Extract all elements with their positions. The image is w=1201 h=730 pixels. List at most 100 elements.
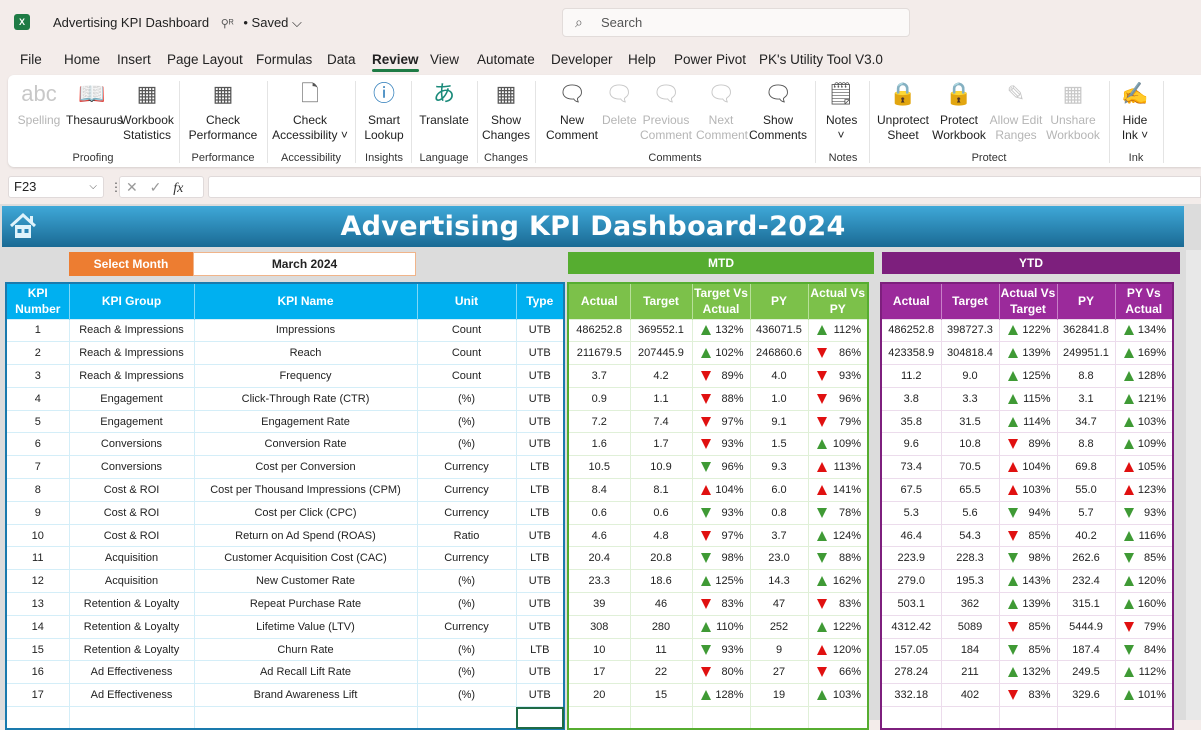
mtd-target-cell[interactable]: 1.7 bbox=[629, 432, 693, 457]
kpi-number-cell[interactable]: 2 bbox=[5, 341, 70, 366]
type-cell[interactable]: LTB bbox=[515, 637, 565, 662]
empty-cell[interactable] bbox=[5, 706, 70, 730]
mtd-target-vs-actual-cell[interactable]: 96% bbox=[691, 455, 751, 480]
unprotect-sheet-button[interactable]: 🔒 Unprotect Sheet bbox=[872, 79, 934, 143]
formula-input[interactable] bbox=[208, 176, 1201, 198]
empty-cell[interactable] bbox=[193, 706, 418, 730]
mtd-py-cell[interactable]: 1.5 bbox=[749, 432, 809, 457]
ytd-actual-cell[interactable]: 503.1 bbox=[880, 592, 942, 616]
mtd-target-cell[interactable]: 369552.1 bbox=[629, 318, 693, 343]
empty-cell[interactable] bbox=[1056, 706, 1116, 730]
ytd-target-cell[interactable]: 5.6 bbox=[940, 500, 1000, 525]
mtd-actual-cell[interactable]: 8.4 bbox=[567, 478, 631, 502]
empty-cell[interactable] bbox=[68, 706, 195, 730]
kpi-number-cell[interactable]: 14 bbox=[5, 614, 70, 639]
mtd-actual-cell[interactable]: 39 bbox=[567, 592, 631, 616]
mtd-target-cell[interactable]: 0.6 bbox=[629, 500, 693, 525]
kpi-group-cell[interactable]: Engagement bbox=[68, 386, 195, 411]
tab-review[interactable]: Review bbox=[372, 52, 419, 72]
kpi-number-cell[interactable]: 3 bbox=[5, 364, 70, 388]
mtd-py-cell[interactable]: 3.7 bbox=[749, 523, 809, 548]
mtd-target-vs-actual-cell[interactable]: 89% bbox=[691, 364, 751, 388]
mtd-target-vs-actual-cell[interactable]: 93% bbox=[691, 432, 751, 457]
kpi-group-cell[interactable]: Engagement bbox=[68, 409, 195, 434]
ytd-actual-vs-target-cell[interactable]: 115% bbox=[998, 386, 1058, 411]
ytd-target-cell[interactable]: 31.5 bbox=[940, 409, 1000, 434]
unshare-workbook-button[interactable]: ▦ Unshare Workbook bbox=[1042, 79, 1104, 143]
ytd-py-cell[interactable]: 249.5 bbox=[1056, 660, 1116, 685]
ytd-actual-cell[interactable]: 278.24 bbox=[880, 660, 942, 685]
mtd-py-cell[interactable]: 47 bbox=[749, 592, 809, 616]
ytd-py-vs-actual-cell[interactable]: 123% bbox=[1114, 478, 1174, 502]
ytd-py-vs-actual-cell[interactable]: 79% bbox=[1114, 614, 1174, 639]
thesaurus-button[interactable]: 📖 Thesaurus bbox=[66, 79, 123, 128]
ytd-actual-cell[interactable]: 486252.8 bbox=[880, 318, 942, 343]
empty-cell[interactable] bbox=[629, 706, 693, 730]
ytd-actual-cell[interactable]: 5.3 bbox=[880, 500, 942, 525]
tab-insert[interactable]: Insert bbox=[117, 52, 151, 67]
type-cell[interactable]: UTB bbox=[515, 523, 565, 548]
mtd-target-vs-actual-cell[interactable]: 132% bbox=[691, 318, 751, 343]
ytd-actual-cell[interactable]: 67.5 bbox=[880, 478, 942, 502]
unit-cell[interactable]: Currency bbox=[416, 478, 517, 502]
mtd-py-cell[interactable]: 9.3 bbox=[749, 455, 809, 480]
mtd-actual-cell[interactable]: 10 bbox=[567, 637, 631, 662]
ytd-py-cell[interactable]: 69.8 bbox=[1056, 455, 1116, 480]
enter-icon[interactable]: ✓ bbox=[150, 179, 162, 195]
mtd-py-cell[interactable]: 0.8 bbox=[749, 500, 809, 525]
ytd-py-cell[interactable]: 187.4 bbox=[1056, 637, 1116, 662]
kpi-group-cell[interactable]: Conversions bbox=[68, 432, 195, 457]
mtd-actual-vs-py-cell[interactable]: 83% bbox=[807, 592, 869, 616]
unit-cell[interactable]: Count bbox=[416, 318, 517, 343]
ytd-target-cell[interactable]: 195.3 bbox=[940, 569, 1000, 594]
spelling-button[interactable]: abc Spelling bbox=[14, 79, 64, 128]
ytd-py-cell[interactable]: 55.0 bbox=[1056, 478, 1116, 502]
kpi-number-cell[interactable]: 17 bbox=[5, 683, 70, 708]
kpi-name-cell[interactable]: Click-Through Rate (CTR) bbox=[193, 386, 418, 411]
mtd-target-cell[interactable]: 10.9 bbox=[629, 455, 693, 480]
kpi-group-cell[interactable]: Reach & Impressions bbox=[68, 341, 195, 366]
tab-page-layout[interactable]: Page Layout bbox=[167, 52, 243, 67]
ytd-py-cell[interactable]: 40.2 bbox=[1056, 523, 1116, 548]
ytd-py-cell[interactable]: 362841.8 bbox=[1056, 318, 1116, 343]
empty-cell[interactable] bbox=[940, 706, 1000, 730]
unit-cell[interactable]: (%) bbox=[416, 432, 517, 457]
mtd-actual-cell[interactable]: 486252.8 bbox=[567, 318, 631, 343]
mtd-py-cell[interactable]: 436071.5 bbox=[749, 318, 809, 343]
mtd-py-cell[interactable]: 19 bbox=[749, 683, 809, 708]
type-cell[interactable]: UTB bbox=[515, 660, 565, 685]
mtd-target-vs-actual-cell[interactable]: 125% bbox=[691, 569, 751, 594]
ytd-target-cell[interactable]: 402 bbox=[940, 683, 1000, 708]
saved-status[interactable]: • Saved ⌵ bbox=[243, 15, 302, 30]
tab-power-pivot[interactable]: Power Pivot bbox=[674, 52, 746, 67]
empty-cell[interactable] bbox=[749, 706, 809, 730]
unit-cell[interactable]: (%) bbox=[416, 386, 517, 411]
kpi-name-cell[interactable]: Engagement Rate bbox=[193, 409, 418, 434]
kpi-group-cell[interactable]: Retention & Loyalty bbox=[68, 614, 195, 639]
kpi-name-cell[interactable]: Ad Recall Lift Rate bbox=[193, 660, 418, 685]
selected-cell[interactable] bbox=[515, 706, 565, 730]
ytd-target-cell[interactable]: 65.5 bbox=[940, 478, 1000, 502]
ytd-actual-vs-target-cell[interactable]: 139% bbox=[998, 592, 1058, 616]
type-cell[interactable]: UTB bbox=[515, 386, 565, 411]
mtd-actual-vs-py-cell[interactable]: 79% bbox=[807, 409, 869, 434]
mtd-actual-vs-py-cell[interactable]: 124% bbox=[807, 523, 869, 548]
kpi-number-cell[interactable]: 16 bbox=[5, 660, 70, 685]
kpi-number-cell[interactable]: 12 bbox=[5, 569, 70, 594]
ytd-py-cell[interactable]: 8.8 bbox=[1056, 364, 1116, 388]
ytd-target-cell[interactable]: 5089 bbox=[940, 614, 1000, 639]
kpi-name-cell[interactable]: Return on Ad Spend (ROAS) bbox=[193, 523, 418, 548]
unit-cell[interactable]: Currency bbox=[416, 546, 517, 571]
mtd-target-cell[interactable]: 11 bbox=[629, 637, 693, 662]
type-cell[interactable]: UTB bbox=[515, 592, 565, 616]
ytd-actual-cell[interactable]: 223.9 bbox=[880, 546, 942, 571]
mtd-target-cell[interactable]: 280 bbox=[629, 614, 693, 639]
mtd-target-cell[interactable]: 7.4 bbox=[629, 409, 693, 434]
mtd-target-cell[interactable]: 18.6 bbox=[629, 569, 693, 594]
empty-cell[interactable] bbox=[1114, 706, 1174, 730]
ytd-py-cell[interactable]: 262.6 bbox=[1056, 546, 1116, 571]
ytd-actual-vs-target-cell[interactable]: 104% bbox=[998, 455, 1058, 480]
mtd-target-vs-actual-cell[interactable]: 97% bbox=[691, 409, 751, 434]
ytd-py-vs-actual-cell[interactable]: 120% bbox=[1114, 569, 1174, 594]
kpi-name-cell[interactable]: Conversion Rate bbox=[193, 432, 418, 457]
